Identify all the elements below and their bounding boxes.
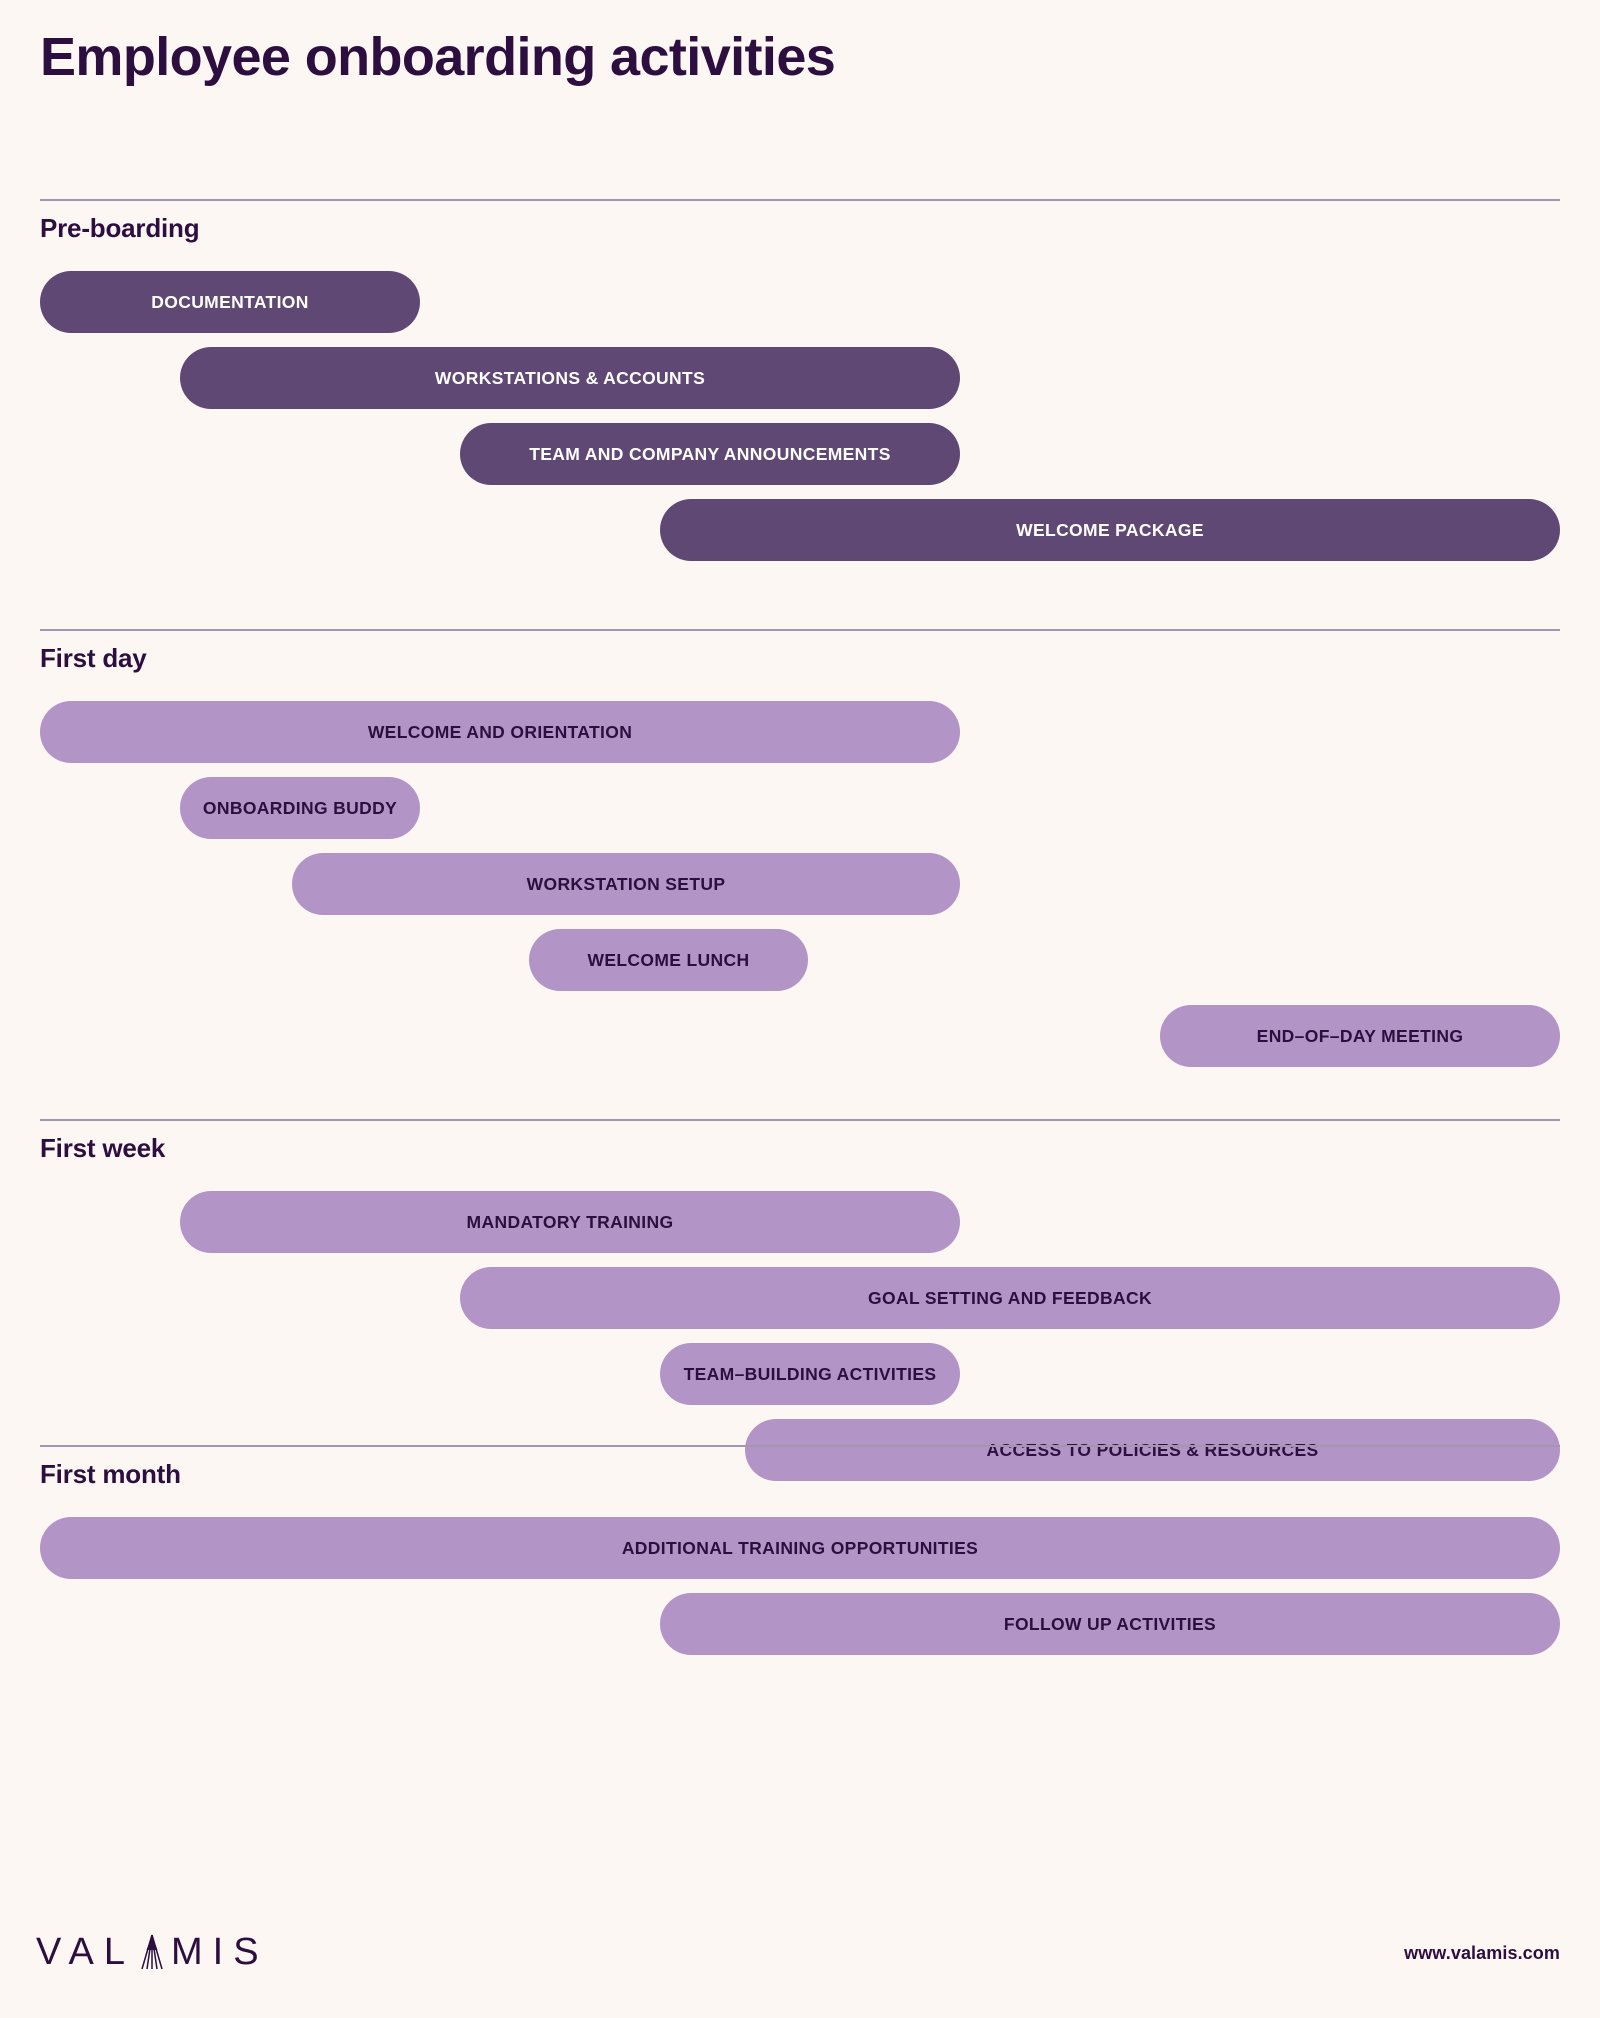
section-label: First week bbox=[40, 1133, 166, 1163]
logo-wordmark: VAL MIS bbox=[36, 1933, 269, 1971]
activity-bar[interactable]: FOLLOW UP ACTIVITIES bbox=[660, 1593, 1560, 1655]
activity-bar-label: WELCOME AND ORIENTATION bbox=[367, 721, 633, 742]
activity-bar[interactable]: ADDITIONAL TRAINING OPPORTUNITIES bbox=[40, 1517, 1560, 1579]
activity-bar[interactable]: MANDATORY TRAINING bbox=[180, 1191, 960, 1253]
activity-bar-label: GOAL SETTING AND FEEDBACK bbox=[868, 1287, 1152, 1308]
activity-bar[interactable]: WELCOME LUNCH bbox=[529, 929, 808, 991]
activity-bar-label: ONBOARDING BUDDY bbox=[202, 797, 398, 818]
valamis-logo: VAL MIS bbox=[36, 1925, 269, 1971]
activity-bar[interactable]: TEAM AND COMPANY ANNOUNCEMENTS bbox=[460, 423, 960, 485]
activity-bar[interactable]: END–OF–DAY MEETING bbox=[1160, 1005, 1560, 1067]
activity-bar[interactable]: TEAM–BUILDING ACTIVITIES bbox=[660, 1343, 960, 1405]
activity-bar-label: ADDITIONAL TRAINING OPPORTUNITIES bbox=[621, 1537, 979, 1558]
section-label: First month bbox=[40, 1459, 181, 1489]
activity-bar-label: TEAM–BUILDING ACTIVITIES bbox=[683, 1363, 937, 1384]
logo-text-prefix: VAL bbox=[36, 1931, 136, 1973]
activity-bar-label: FOLLOW UP ACTIVITIES bbox=[1003, 1613, 1217, 1634]
activity-bar-label: WELCOME LUNCH bbox=[587, 949, 750, 970]
activity-bar[interactable]: WORKSTATIONS & ACCOUNTS bbox=[180, 347, 960, 409]
section-divider bbox=[40, 1445, 1560, 1447]
activity-bar-label: WORKSTATION SETUP bbox=[526, 873, 726, 894]
website-url: www.valamis.com bbox=[1404, 1943, 1560, 1963]
activity-bar[interactable]: DOCUMENTATION bbox=[40, 271, 420, 333]
activity-bar[interactable]: ONBOARDING BUDDY bbox=[180, 777, 420, 839]
section-divider bbox=[40, 629, 1560, 631]
activity-bar[interactable]: GOAL SETTING AND FEEDBACK bbox=[460, 1267, 1560, 1329]
logo-text-suffix: MIS bbox=[171, 1931, 269, 1973]
section-divider bbox=[40, 199, 1560, 201]
activity-bar-label: END–OF–DAY MEETING bbox=[1256, 1025, 1464, 1046]
activity-bar-label: WELCOME PACKAGE bbox=[1016, 519, 1204, 540]
section-label: Pre-boarding bbox=[40, 213, 200, 243]
activity-bar[interactable]: WELCOME AND ORIENTATION bbox=[40, 701, 960, 763]
activity-bar-label: DOCUMENTATION bbox=[151, 291, 309, 312]
footer: VAL MIS www.valamis.com bbox=[0, 1925, 1600, 2018]
activity-bar[interactable]: ACCESS TO POLICIES & RESOURCES bbox=[745, 1419, 1560, 1481]
activity-bar-label: ACCESS TO POLICIES & RESOURCES bbox=[986, 1439, 1319, 1460]
activity-bar-label: TEAM AND COMPANY ANNOUNCEMENTS bbox=[529, 443, 891, 464]
activity-bar[interactable]: WELCOME PACKAGE bbox=[660, 499, 1560, 561]
activity-bar-label: WORKSTATIONS & ACCOUNTS bbox=[434, 367, 706, 388]
infographic-page: Employee onboarding activities Pre-board… bbox=[0, 0, 1600, 2018]
page-title: Employee onboarding activities bbox=[40, 27, 836, 87]
activity-bar[interactable]: WORKSTATION SETUP bbox=[292, 853, 960, 915]
valamis-a-mark-icon bbox=[135, 1933, 169, 1971]
activity-bar-label: MANDATORY TRAINING bbox=[466, 1211, 674, 1232]
section-label: First day bbox=[40, 643, 147, 673]
section-divider bbox=[40, 1119, 1560, 1121]
